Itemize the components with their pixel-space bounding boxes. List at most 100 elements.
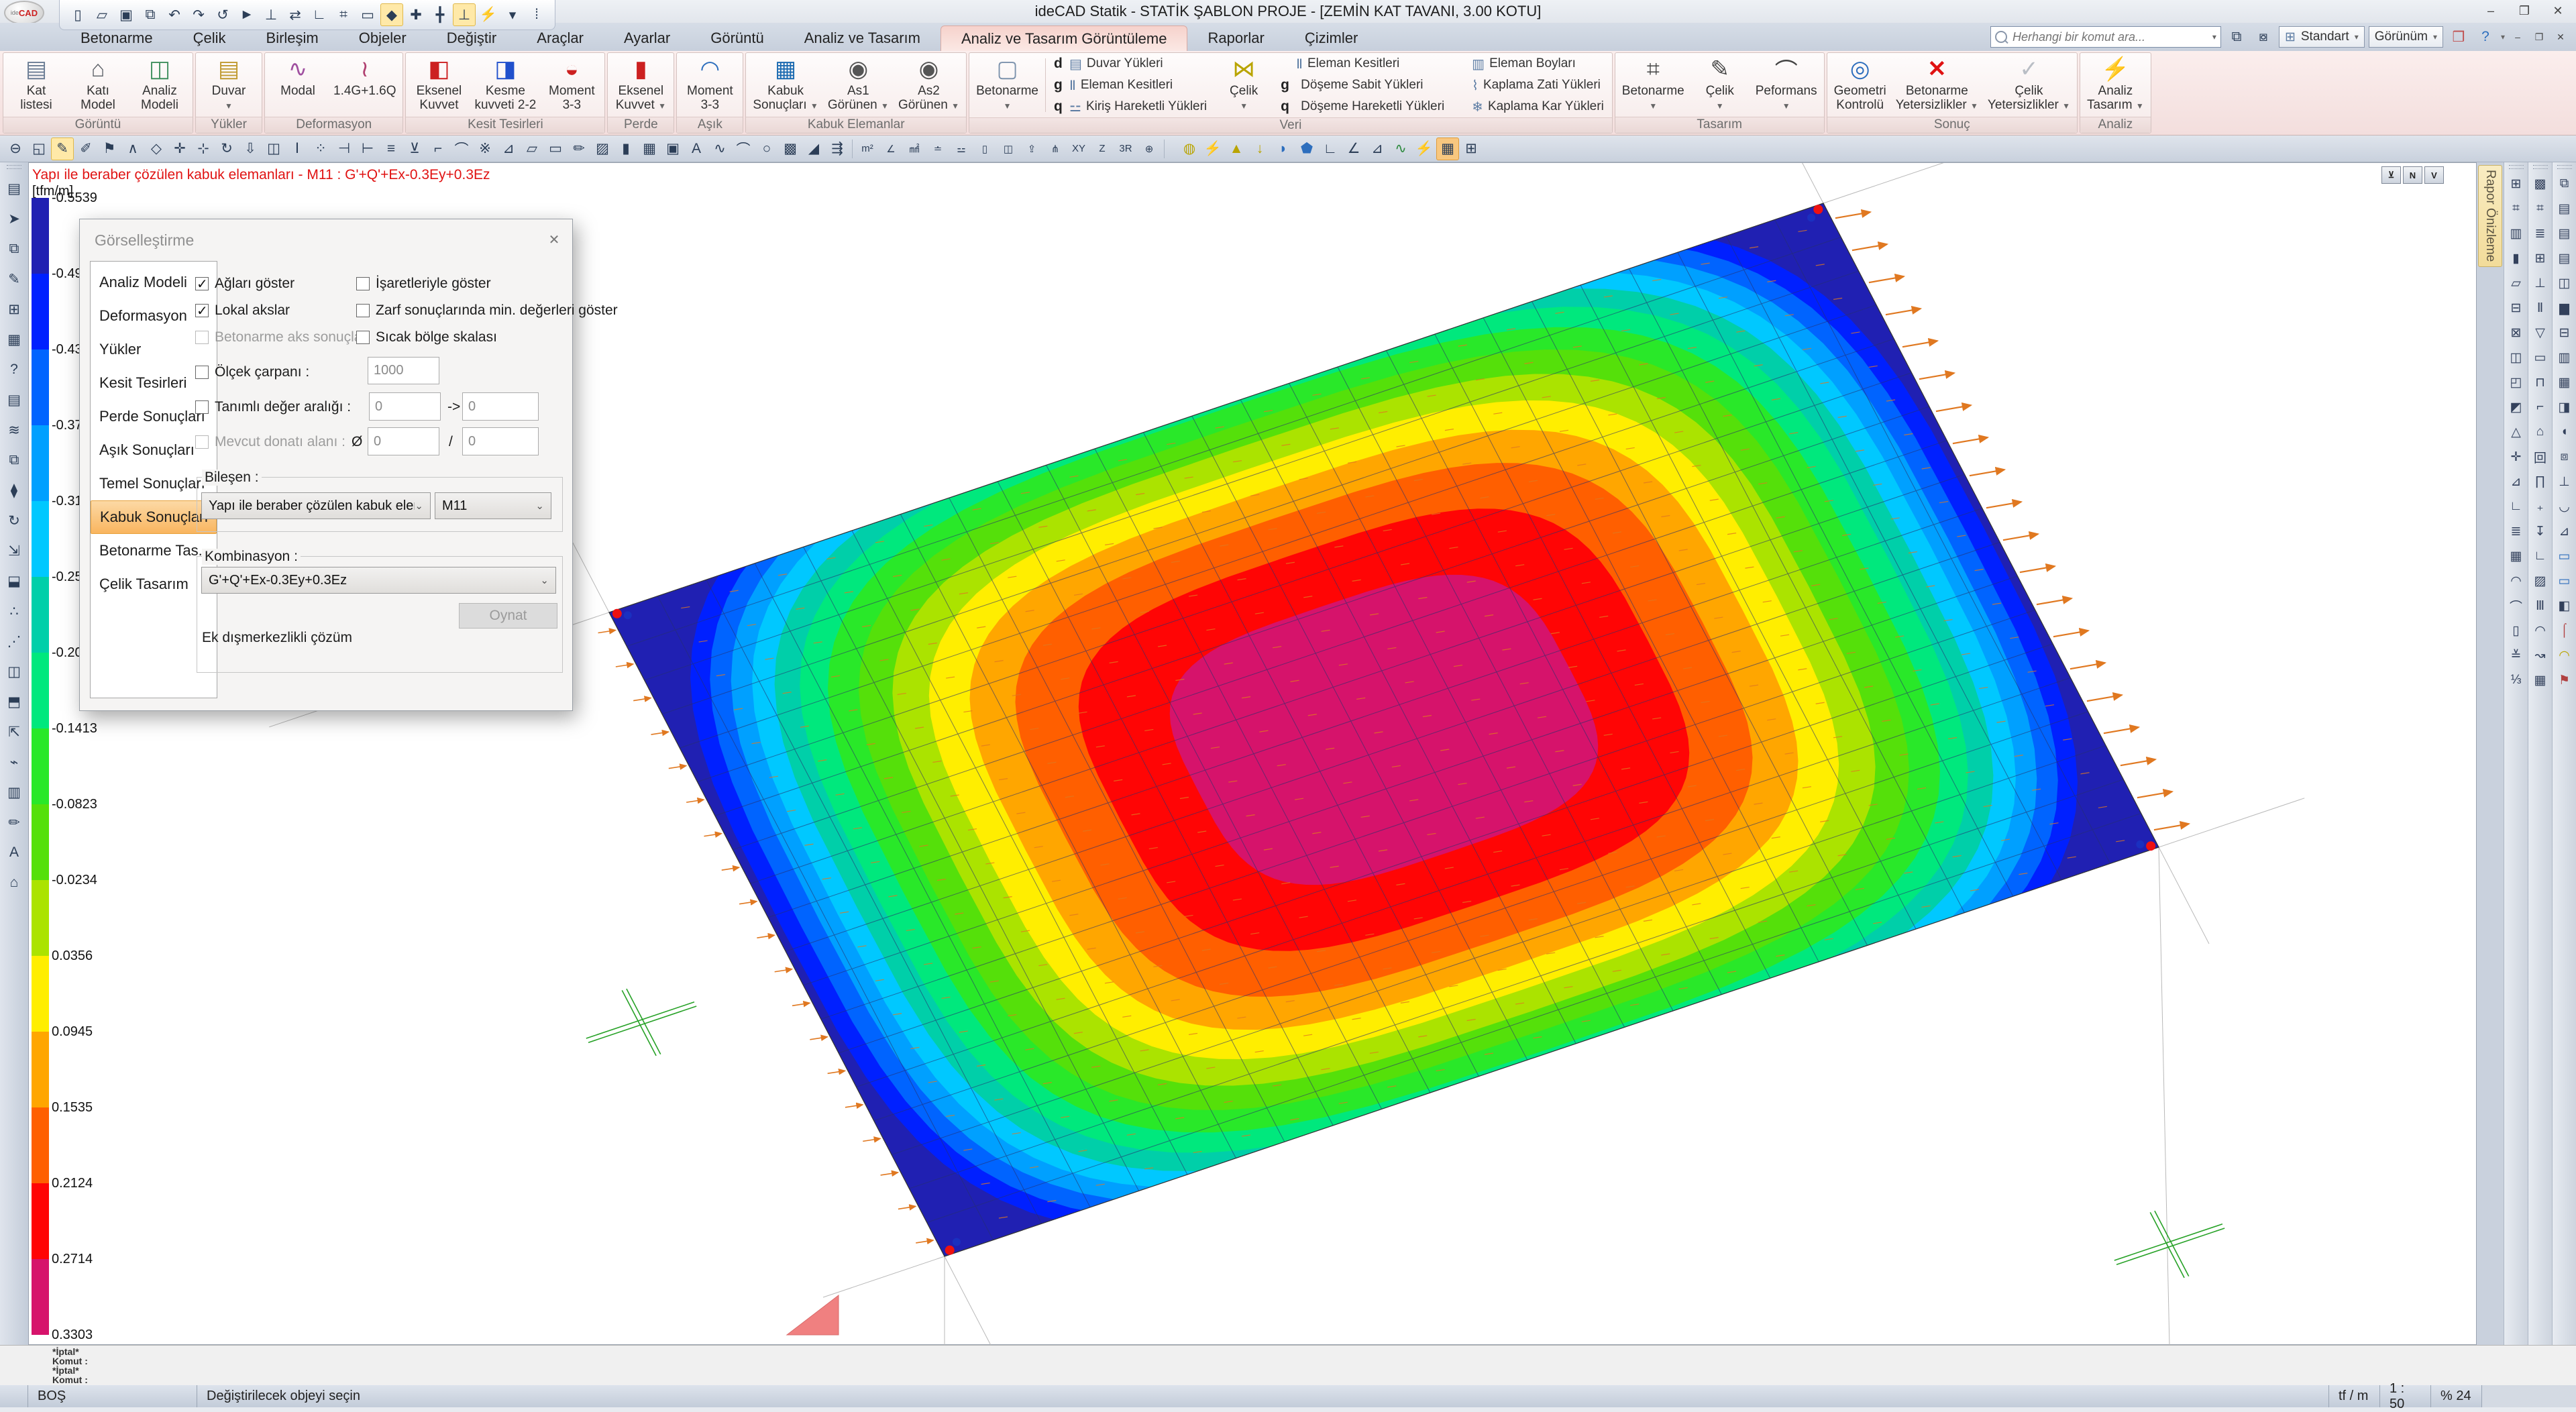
corner-edit-icon[interactable]: ∟: [2505, 495, 2528, 518]
value-range-checkbox[interactable]: [195, 400, 209, 414]
frame2-icon[interactable]: 回: [2529, 445, 2552, 468]
mesh-select-icon[interactable]: ▦: [3, 328, 25, 351]
perp-snap-icon[interactable]: ⊥: [453, 3, 476, 26]
grid-icon[interactable]: ▦: [638, 138, 661, 160]
u-profile-icon[interactable]: ⊓: [2529, 371, 2552, 394]
shade-icon[interactable]: ◢: [802, 138, 825, 160]
insert-icon[interactable]: ⇩: [239, 138, 262, 160]
break-icon[interactable]: ⊻: [403, 138, 426, 160]
ribbon-close-icon[interactable]: ✕: [2552, 30, 2569, 44]
step-icon[interactable]: ₊: [2529, 495, 2552, 518]
target-icon[interactable]: ⊕: [1138, 138, 1161, 160]
column-icon[interactable]: ◍: [1178, 138, 1201, 160]
mdi-close-button[interactable]: V: [2424, 166, 2444, 184]
3r-icon[interactable]: 3R: [1114, 138, 1137, 160]
offset-icon[interactable]: ≡: [380, 138, 402, 160]
spool-icon[interactable]: Ⅱ: [2529, 296, 2552, 319]
image-icon[interactable]: ▣: [661, 138, 684, 160]
perde-eksenel-button[interactable]: EksenelKuvvet ▼: [610, 54, 671, 115]
mdi-minimize-button[interactable]: ⊻: [2381, 166, 2401, 184]
scale-factor-checkbox[interactable]: [195, 366, 209, 379]
combination-select[interactable]: G'+Q'+Ex-0.3Ey+0.3Ez⌄: [201, 567, 556, 594]
panel-table-icon[interactable]: ◫: [2505, 346, 2528, 369]
rect-blue2-icon[interactable]: ▭: [2553, 569, 2576, 592]
distance-icon[interactable]: ⇄: [284, 3, 307, 26]
asik-moment-button[interactable]: Moment3-3: [680, 54, 740, 115]
checkbox[interactable]: [195, 304, 209, 317]
support2-icon[interactable]: ⊥: [2553, 470, 2576, 493]
text-icon[interactable]: A: [685, 138, 708, 160]
angle2-icon[interactable]: ∠: [1342, 138, 1365, 160]
analiz-modeli-button[interactable]: AnalizModeli: [129, 54, 190, 115]
qat-more-icon[interactable]: ⁞: [525, 3, 548, 26]
binocular-icon[interactable]: ⌂: [3, 871, 25, 894]
as1-gorunen-button[interactable]: As1Görünen ▼: [824, 54, 893, 115]
node-edit-icon[interactable]: ⊞: [3, 298, 25, 321]
status-scale[interactable]: 1 : 50: [2380, 1385, 2431, 1407]
ribbon-minimize-icon[interactable]: –: [2509, 30, 2526, 44]
wave-icon[interactable]: ⌁: [3, 751, 25, 773]
zoom-out-icon[interactable]: ⊖: [4, 138, 27, 160]
qat-dropdown-icon[interactable]: ▾: [501, 3, 524, 26]
duvar-button[interactable]: Duvar▼: [199, 54, 259, 115]
report3-icon[interactable]: ▤: [2553, 247, 2576, 270]
rebar-dia-input[interactable]: 0: [368, 427, 439, 455]
xy-icon[interactable]: XY: [1067, 138, 1090, 160]
dome2-icon[interactable]: ◠: [2553, 644, 2576, 667]
checkbox-row[interactable]: Betonarme aks sonuçları: [195, 329, 370, 345]
search-dropdown-icon[interactable]: ▾: [2212, 32, 2216, 42]
beam-edit2-icon[interactable]: ⊠: [2505, 321, 2528, 344]
kabuk-sonuclari-button[interactable]: KabukSonuçları ▼: [749, 54, 822, 115]
angle-icon[interactable]: ∠: [879, 138, 902, 160]
layers-icon[interactable]: ≋: [3, 419, 25, 441]
rotate-view-icon[interactable]: ↻: [3, 509, 25, 532]
compass-icon[interactable]: ∧: [121, 138, 144, 160]
checkbox[interactable]: [195, 277, 209, 290]
pages-icon[interactable]: ◫: [997, 138, 1020, 160]
auto-label-icon[interactable]: A: [3, 841, 25, 864]
moment-33-button[interactable]: Moment3-3: [541, 54, 602, 115]
tb-icon[interactable]: ◧: [2553, 594, 2576, 617]
celik-yetersizlikler-button[interactable]: ÇelikYetersizlikler ▼: [1984, 54, 2074, 115]
pile-icon[interactable]: Ⅲ: [2529, 594, 2552, 617]
veri-row[interactable]: ⌇Kaplama Zati Yükleri: [1456, 76, 1604, 95]
value-range-row[interactable]: Tanımlı değer aralığı :: [195, 399, 351, 415]
layout-icon[interactable]: ◫: [2553, 272, 2576, 294]
corner2-icon[interactable]: ∟: [1319, 138, 1342, 160]
dome-edit-icon[interactable]: ◠: [2505, 569, 2528, 592]
wall-rep-icon[interactable]: ◨: [2553, 396, 2576, 419]
send-back-icon[interactable]: ⇲: [3, 539, 25, 562]
analysis-bolt-icon[interactable]: ⚡: [477, 3, 500, 26]
checker-icon[interactable]: ▩: [2529, 172, 2552, 195]
mesh3-icon[interactable]: ▦: [2529, 669, 2552, 692]
open-file-icon[interactable]: ▱: [91, 3, 113, 26]
component-select[interactable]: M11⌄: [435, 492, 551, 519]
truss-edit-icon[interactable]: △: [2505, 421, 2528, 443]
select-copy-icon[interactable]: ⧉: [3, 237, 25, 260]
array-icon[interactable]: ⁘: [309, 138, 332, 160]
mirror-icon[interactable]: ◫: [262, 138, 285, 160]
tag-icon[interactable]: ⚑: [98, 138, 121, 160]
poly-slab-icon[interactable]: ⬟: [1295, 138, 1318, 160]
bridge-edit-icon[interactable]: ⌒: [2505, 594, 2528, 617]
turn-icon[interactable]: ⇪: [1020, 138, 1043, 160]
funnel-icon[interactable]: ▽: [2529, 321, 2552, 344]
play-button[interactable]: Oynat: [459, 603, 557, 629]
beam-edit-icon[interactable]: ⊟: [2505, 296, 2528, 319]
restore-button[interactable]: ❐: [2509, 1, 2540, 20]
pin-icon[interactable]: ↓: [1248, 138, 1271, 160]
slab-edit-icon[interactable]: ◰: [2505, 371, 2528, 394]
checkbox[interactable]: [195, 331, 209, 344]
layer-state-icon[interactable]: ⧇: [2252, 25, 2275, 48]
graph-icon[interactable]: ∿: [1389, 138, 1412, 160]
area-m2-icon[interactable]: m²: [856, 138, 879, 160]
status-unit[interactable]: tf / m: [2329, 1385, 2380, 1407]
mdi-restore-button[interactable]: N: [2403, 166, 2422, 184]
tasarim-betonarme-button[interactable]: Betonarme▼: [1618, 54, 1688, 115]
range-from-input[interactable]: 0: [369, 392, 441, 421]
toolbar-grip[interactable]: [7, 165, 21, 169]
measure-icon[interactable]: ⊿: [497, 138, 520, 160]
checkbox[interactable]: [356, 304, 370, 317]
eksenel-kuvvet-button[interactable]: EksenelKuvvet: [409, 54, 469, 115]
select-move-icon[interactable]: ►: [235, 3, 258, 26]
